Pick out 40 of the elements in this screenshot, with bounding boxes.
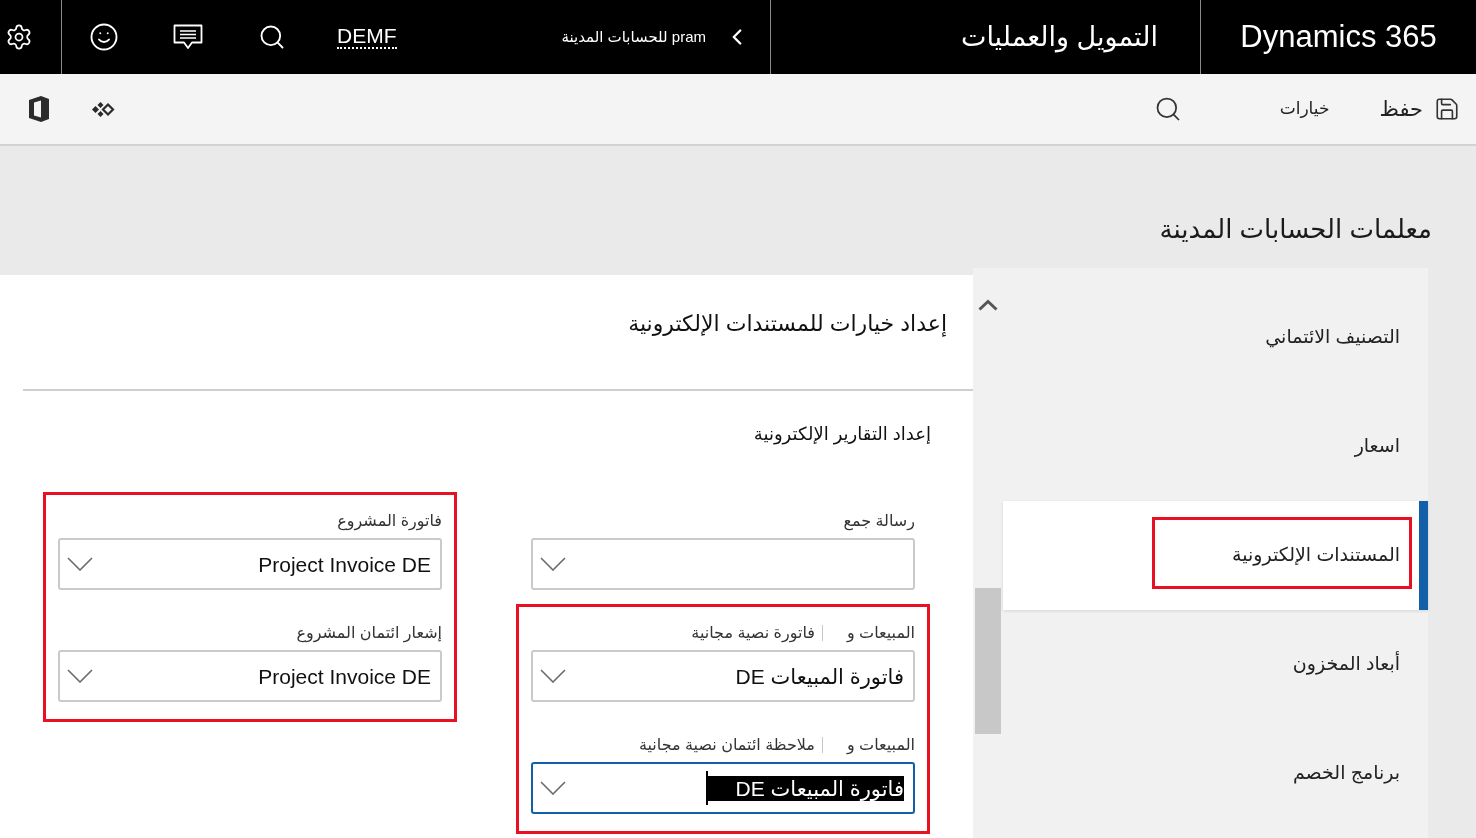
search-icon[interactable]: [258, 23, 286, 51]
product-name: Dynamics 365: [1240, 17, 1437, 56]
nav-item[interactable]: التصنيف الائتماني: [1003, 283, 1428, 392]
scrollbar-thumb[interactable]: [975, 588, 1001, 734]
diamonds-icon[interactable]: [92, 101, 115, 117]
chevron-down-icon: [540, 669, 566, 683]
nav-item[interactable]: اسعار: [1003, 392, 1428, 501]
field-label: ملاحظة ائتمان نصية مجانية: [638, 735, 815, 755]
chevron-down-icon: [540, 781, 566, 795]
dropdown-field[interactable]: Project Invoice DE: [58, 650, 442, 702]
group-title: إعداد التقارير الإلكترونية: [753, 423, 931, 446]
field-label: رسالة جمع: [843, 511, 915, 531]
options-button[interactable]: خيارات: [1279, 96, 1330, 122]
nav-item[interactable]: أبعاد المخزون: [1003, 610, 1428, 719]
app-name: التمويل والعمليات: [960, 20, 1158, 55]
chevron-down-icon: [67, 669, 93, 683]
chevron-down-icon: [540, 557, 566, 571]
dropdown-field[interactable]: فاتورة المبيعات DE: [531, 762, 915, 814]
chat-icon[interactable]: [173, 24, 203, 50]
chevron-up-icon[interactable]: [978, 299, 998, 311]
field-label: المبيعات و: [846, 735, 915, 755]
dropdown-field[interactable]: فاتورة المبيعات DE: [531, 650, 915, 702]
dropdown-field[interactable]: Project Invoice DE: [58, 538, 442, 590]
nav-item[interactable]: المستندات الإلكترونية: [1003, 501, 1428, 610]
page-title: معلمات الحسابات المدينة: [1159, 213, 1432, 246]
save-button[interactable]: حفظ: [1379, 93, 1460, 125]
field-label: إشعار ائتمان المشروع: [296, 623, 442, 643]
door-icon[interactable]: [28, 96, 50, 122]
section-title: إعداد خيارات للمستندات الإلكترونية: [628, 310, 947, 338]
breadcrumb-link[interactable]: pram للحسابات المدينة: [561, 25, 706, 49]
nav-item[interactable]: برنامج الخصم: [1003, 719, 1428, 828]
company-picker[interactable]: DEMF: [337, 25, 397, 49]
dropdown-field[interactable]: [531, 538, 915, 590]
field-label: فاتورة نصية مجانية: [691, 623, 815, 643]
chevron-down-icon: [67, 557, 93, 571]
text-cursor-icon: [705, 771, 708, 805]
smiley-icon[interactable]: [89, 22, 119, 52]
settings-icon[interactable]: [5, 23, 33, 51]
field-label: فاتورة المشروع: [337, 511, 442, 531]
field-label: المبيعات و: [846, 623, 915, 643]
